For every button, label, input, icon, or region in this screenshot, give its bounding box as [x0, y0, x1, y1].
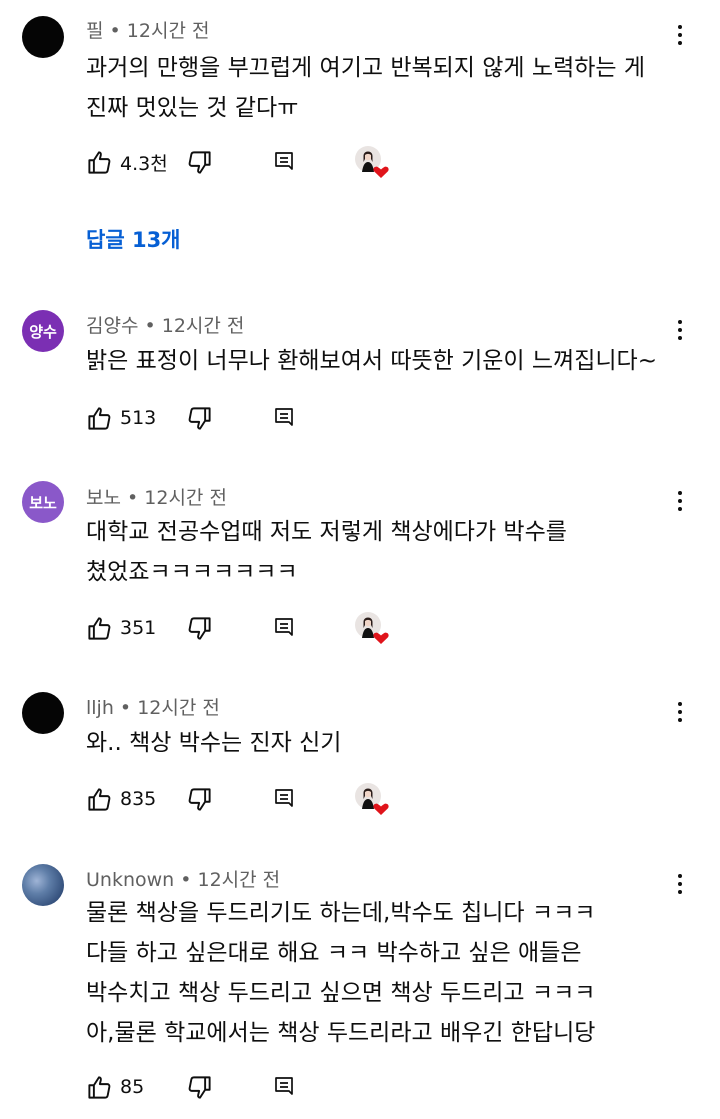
like-count: 351: [120, 617, 157, 639]
creator-heart-icon: [354, 145, 390, 181]
dislike-icon[interactable]: [186, 145, 213, 179]
avatar[interactable]: [22, 864, 64, 906]
dislike-icon[interactable]: [186, 611, 213, 645]
comment-meta: 김양수 • 12시간 전: [86, 315, 245, 337]
comment-text: 밝은 표정이 너무나 환해보여서 따뜻한 기운이 느껴집니다~: [86, 348, 657, 374]
like-icon[interactable]: [86, 782, 113, 816]
comment-author[interactable]: 보노: [86, 487, 121, 509]
dislike-icon[interactable]: [186, 401, 213, 435]
reply-icon[interactable]: [272, 611, 296, 645]
comment-actions: 835: [86, 782, 686, 816]
comment-time[interactable]: 12시간 전: [127, 20, 210, 42]
avatar[interactable]: [22, 692, 64, 734]
comment-meta: lljh • 12시간 전: [86, 697, 220, 719]
like-count: 85: [120, 1076, 145, 1098]
dislike-icon[interactable]: [186, 1070, 213, 1104]
more-vert-icon[interactable]: [670, 20, 690, 50]
like-icon[interactable]: [86, 401, 113, 435]
reply-icon[interactable]: [272, 782, 296, 816]
like-icon[interactable]: [86, 1070, 113, 1104]
like-count: 4.3천: [120, 152, 168, 175]
like-count: 513: [120, 407, 157, 429]
like-icon[interactable]: [86, 611, 113, 645]
dislike-icon[interactable]: [186, 782, 213, 816]
creator-heart-icon: [354, 782, 390, 818]
comment-text: 과거의 만행을 부끄럽게 여기고 반복되지 않게 노력하는 게 진짜 멋있는 것…: [86, 55, 646, 121]
comment-meta: 보노 • 12시간 전: [86, 487, 227, 509]
creator-heart-icon: [354, 611, 390, 647]
comment-time[interactable]: 12시간 전: [137, 697, 220, 719]
comment-author[interactable]: lljh: [86, 697, 114, 719]
reply-icon[interactable]: [272, 1070, 296, 1104]
comment-actions: 85: [86, 1070, 686, 1104]
comment-time[interactable]: 12시간 전: [144, 487, 227, 509]
avatar[interactable]: [22, 16, 64, 58]
comment-meta: 필 • 12시간 전: [86, 20, 210, 42]
comment-text: 와.. 책상 박수는 진자 신기: [86, 730, 342, 756]
comment-author[interactable]: 김양수: [86, 315, 138, 337]
comment-time[interactable]: 12시간 전: [198, 869, 281, 891]
comment-author[interactable]: Unknown: [86, 869, 174, 891]
comment-meta: Unknown • 12시간 전: [86, 869, 281, 891]
reply-icon[interactable]: [272, 401, 296, 435]
like-count: 835: [120, 788, 157, 810]
comment-actions: 351: [86, 611, 686, 645]
avatar[interactable]: 보노: [22, 481, 64, 523]
avatar[interactable]: 양수: [22, 310, 64, 352]
like-icon[interactable]: [86, 145, 113, 179]
comment-actions: 4.3천: [86, 145, 686, 179]
comment-time[interactable]: 12시간 전: [162, 315, 245, 337]
view-replies-link[interactable]: 답글 13개: [86, 224, 181, 254]
comment-text: 대학교 전공수업때 저도 저렇게 책상에다가 박수를 쳤었죠ㅋㅋㅋㅋㅋㅋㅋ: [86, 519, 567, 585]
comment-text: 물론 책상을 두드리기도 하는데,박수도 칩니다 ㅋㅋㅋ 다들 하고 싶은대로 …: [86, 900, 596, 1046]
comment-author[interactable]: 필: [86, 20, 103, 42]
reply-icon[interactable]: [272, 145, 296, 179]
comment-actions: 513: [86, 401, 686, 435]
